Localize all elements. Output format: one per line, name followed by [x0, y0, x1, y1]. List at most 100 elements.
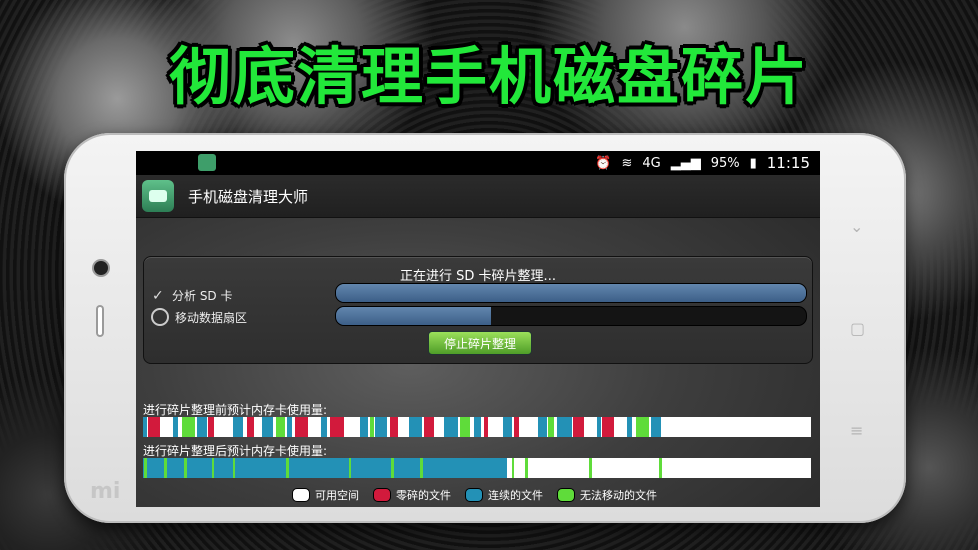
usage-segment	[459, 417, 471, 437]
legend-label: 连续的文件	[488, 489, 543, 502]
usage-segment	[276, 417, 285, 437]
home-key-icon[interactable]: ▢	[850, 319, 865, 338]
progress-title: 正在进行 SD 卡碎片整理...	[400, 269, 556, 284]
usage-segment	[488, 417, 501, 437]
progress-fill	[336, 284, 806, 302]
after-map-label: 进行碎片整理后预计内存卡使用量:	[143, 444, 328, 458]
usage-segment	[548, 417, 555, 437]
stop-defrag-button[interactable]: 停止碎片整理	[428, 331, 532, 355]
brand-logo: mi	[90, 479, 121, 504]
usage-segment	[321, 417, 328, 437]
usage-segment	[424, 417, 434, 437]
usage-segment	[144, 458, 147, 478]
usage-segment	[434, 417, 441, 437]
status-bar: ⏰ ≋ 4G ▂▄▆ 95% ▮ 11:15	[136, 151, 820, 175]
usage-segment	[522, 417, 536, 437]
step-label: 移动数据扇区	[175, 310, 248, 325]
legend-label: 可用空间	[315, 489, 359, 502]
usage-segment	[627, 417, 633, 437]
usage-segment	[391, 458, 395, 478]
clock: 11:15	[766, 154, 810, 172]
usage-segment	[511, 458, 515, 478]
back-key-icon[interactable]: ⌄	[850, 217, 863, 236]
usage-segment	[143, 458, 508, 478]
usage-segment	[597, 417, 602, 437]
network-type: 4G	[642, 155, 661, 171]
battery-icon: ▮	[749, 155, 757, 171]
usage-segment	[286, 417, 292, 437]
legend-fragmented: 零碎的文件	[373, 487, 451, 503]
usage-segment	[246, 417, 255, 437]
step-move-sectors: 移动数据扇区	[151, 308, 248, 326]
before-usage-map	[143, 417, 811, 437]
usage-segment	[400, 417, 406, 437]
usage-segment	[172, 417, 179, 437]
usage-segment	[181, 417, 195, 437]
progress-fill	[336, 307, 492, 325]
usage-segment	[295, 417, 309, 437]
app-icon[interactable]	[142, 180, 174, 212]
check-icon: ✓	[152, 287, 164, 304]
usage-segment	[232, 458, 236, 478]
usage-segment	[375, 417, 387, 437]
legend-unmovable: 无法移动的文件	[557, 487, 657, 503]
usage-segment	[587, 417, 595, 437]
legend-contiguous: 连续的文件	[465, 487, 543, 503]
usage-segment	[207, 417, 214, 437]
usage-segment	[164, 458, 168, 478]
usage-segment	[573, 417, 584, 437]
menu-key-icon[interactable]: ≡	[850, 421, 863, 440]
legend-swatch	[292, 488, 310, 502]
usage-segment	[148, 417, 160, 437]
step-label: 分析 SD 卡	[172, 289, 233, 303]
usage-segment	[602, 417, 615, 437]
legend-swatch	[557, 488, 575, 502]
legend-free: 可用空间	[292, 487, 359, 503]
legend-label: 零碎的文件	[396, 489, 451, 502]
usage-segment	[513, 417, 519, 437]
usage-segment	[184, 458, 188, 478]
usage-segment	[360, 417, 368, 437]
usage-segment	[346, 417, 357, 437]
front-camera	[94, 261, 108, 275]
usage-segment	[162, 417, 172, 437]
app-title: 手机磁盘清理大师	[188, 187, 309, 206]
earpiece-speaker	[96, 305, 104, 337]
usage-segment	[503, 417, 512, 437]
usage-segment	[256, 417, 261, 437]
alarm-icon: ⏰	[595, 155, 612, 171]
after-usage-map	[143, 458, 811, 478]
notification-app-icon	[198, 154, 216, 171]
legend-swatch	[373, 488, 391, 502]
legend-swatch	[465, 488, 483, 502]
signal-icon: ▂▄▆	[670, 155, 701, 171]
usage-segment	[370, 417, 375, 437]
usage-segment	[617, 417, 626, 437]
usage-segment	[557, 417, 572, 437]
usage-segment	[330, 417, 345, 437]
usage-segment	[310, 417, 321, 437]
battery-percent: 95%	[710, 155, 740, 171]
usage-segment	[408, 417, 422, 437]
usage-segment	[483, 417, 488, 437]
pending-radio-icon	[151, 308, 169, 326]
step-analyze: ✓ 分析 SD 卡	[152, 287, 233, 304]
usage-segment	[659, 458, 663, 478]
disk-icon	[149, 190, 167, 202]
usage-segment	[443, 417, 458, 437]
progress-panel: 正在进行 SD 卡碎片整理... ✓ 分析 SD 卡 移动数据扇区 停止碎片整理	[143, 256, 813, 364]
app-bar: 手机磁盘清理大师	[136, 175, 820, 218]
usage-segment	[389, 417, 399, 437]
usage-segment	[285, 458, 289, 478]
headline: 彻底清理手机磁盘碎片	[168, 40, 809, 113]
usage-segment	[635, 417, 649, 437]
usage-segment	[143, 417, 147, 437]
usage-segment	[348, 458, 352, 478]
phone-screen: ⏰ ≋ 4G ▂▄▆ 95% ▮ 11:15 手机磁盘清理大师 正在进行 SD …	[136, 151, 820, 507]
usage-segment	[537, 417, 548, 437]
usage-segment	[525, 458, 528, 478]
usage-segment	[589, 458, 592, 478]
usage-segment	[473, 417, 482, 437]
wifi-icon: ≋	[621, 155, 633, 171]
legend: 可用空间 零碎的文件 连续的文件 无法移动的文件	[292, 487, 657, 503]
